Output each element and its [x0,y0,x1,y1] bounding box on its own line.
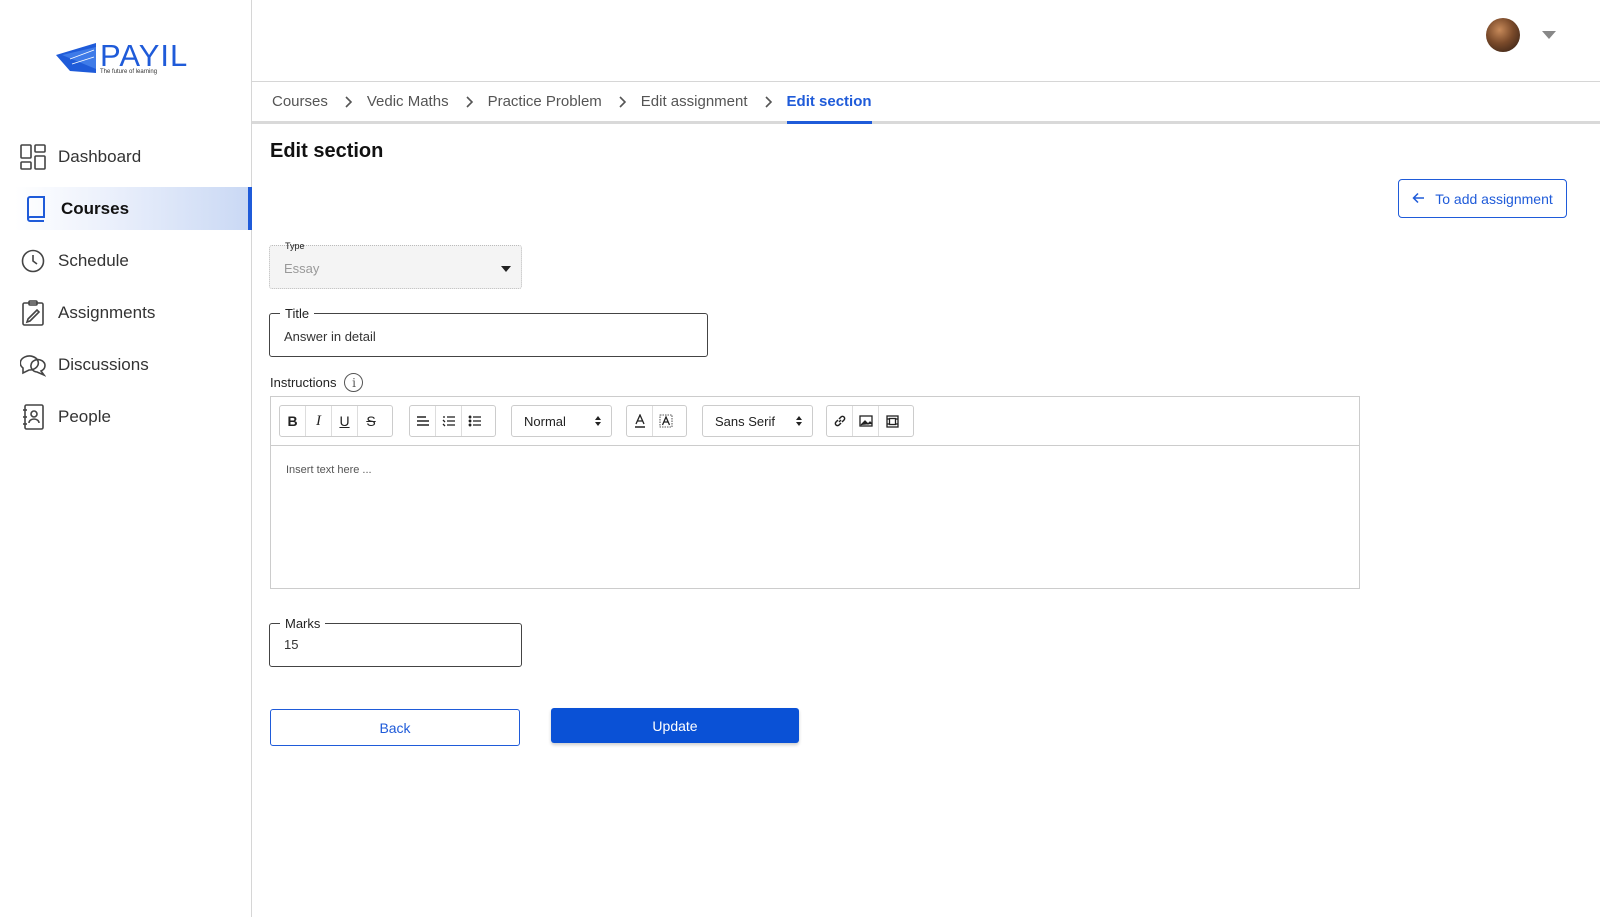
sidebar-item-discussions[interactable]: Discussions [0,343,252,386]
back-button[interactable]: Back [270,709,520,746]
editor-toolbar: B I U S Normal Sans Serif [271,397,1359,446]
type-legend: Type [285,241,305,251]
underline-button[interactable]: U [332,406,358,436]
ordered-list-icon[interactable] [436,406,462,436]
marks-value[interactable]: 15 [284,637,298,652]
breadcrumb-label[interactable]: Edit assignment [641,93,748,110]
breadcrumb-item-edit-section[interactable]: Edit section [786,82,872,124]
size-select-value: Normal [524,413,566,429]
text-style-group: B I U S [279,405,393,437]
breadcrumb-item-practice-problem[interactable]: Practice Problem [488,82,641,121]
chevron-right-icon [344,95,353,109]
sidebar-item-label: Dashboard [58,146,142,166]
size-select[interactable]: Normal [511,405,612,437]
sidebar-item-label: Discussions [58,354,149,374]
title-value[interactable]: Answer in detail [284,329,376,344]
dashboard-icon [20,143,46,170]
font-select-value: Sans Serif [715,413,775,429]
instructions-label-row: Instructions i [270,373,364,392]
sidebar: PAYIL The future of learning Dashboard C… [0,0,252,917]
font-select-control[interactable]: Sans Serif [703,406,812,436]
bold-button[interactable]: B [280,406,306,436]
book-icon [23,195,49,222]
update-button[interactable]: Update [551,708,799,743]
align-left-icon[interactable] [410,406,436,436]
strikethrough-button[interactable]: S [358,406,384,436]
clipboard-icon [20,299,46,326]
title-legend: Title [280,306,315,321]
breadcrumb-label[interactable]: Practice Problem [488,93,602,110]
breadcrumb-item-edit-assignment[interactable]: Edit assignment [641,82,787,121]
sidebar-item-schedule[interactable]: Schedule [0,239,252,282]
italic-button[interactable]: I [306,406,332,436]
editor-placeholder[interactable]: Insert text here ... [286,464,372,476]
brand-tagline: The future of learning [100,69,158,75]
top-bar [252,0,1600,82]
to-add-assignment-button[interactable]: To add assignment [1398,179,1567,218]
sidebar-item-label: Assignments [58,302,156,322]
arrow-left-icon [1412,191,1425,207]
breadcrumb-item-vedic-maths[interactable]: Vedic Maths [367,82,488,121]
sidebar-item-label: Schedule [58,250,129,270]
sidebar-item-label: Courses [61,198,130,218]
type-value: Essay [284,261,320,276]
text-color-icon[interactable] [627,406,653,436]
list-group [409,405,496,437]
updown-icon [595,416,601,426]
video-icon[interactable] [879,406,905,436]
caret-down-icon[interactable] [1542,31,1556,39]
logo-mark-icon [56,43,96,73]
marks-legend: Marks [280,616,326,631]
background-color-icon[interactable] [653,406,679,436]
instructions-label: Instructions [270,375,337,390]
payil-logo[interactable]: PAYIL The future of learning [56,38,196,82]
info-icon[interactable]: i [344,373,364,392]
updown-icon [796,416,802,426]
breadcrumb-label[interactable]: Edit section [787,93,872,110]
chevron-right-icon [764,95,773,109]
breadcrumb-item-courses[interactable]: Courses [272,82,367,121]
title-field[interactable]: Title Answer in detail [269,306,708,357]
sidebar-item-assignments[interactable]: Assignments [0,291,252,334]
sidebar-item-dashboard[interactable]: Dashboard [0,135,252,178]
to-add-assignment-label: To add assignment [1435,190,1553,207]
type-select[interactable]: Type Essay [269,241,522,289]
sidebar-item-label: People [58,406,111,426]
bullet-list-icon[interactable] [462,406,488,436]
link-icon[interactable] [827,406,853,436]
font-select[interactable]: Sans Serif [702,405,813,437]
breadcrumb: Courses Vedic Maths Practice Problem Edi… [252,82,1600,124]
page-title: Edit section [270,140,384,162]
chevron-right-icon [465,95,474,109]
image-icon[interactable] [853,406,879,436]
breadcrumb-label[interactable]: Vedic Maths [367,93,449,110]
sidebar-item-people[interactable]: People [0,395,252,438]
insert-group [826,405,914,437]
clock-icon [20,248,46,274]
caret-down-icon [501,266,511,272]
sidebar-nav: Dashboard Courses Schedule Assignments D… [0,135,252,447]
breadcrumb-label[interactable]: Courses [272,93,328,110]
sidebar-item-courses[interactable]: Courses [15,187,252,230]
user-avatar[interactable] [1486,18,1520,52]
rich-text-editor: B I U S Normal Sans Serif Insert text he… [270,396,1360,589]
marks-field[interactable]: Marks 15 [269,616,522,667]
chat-icon [20,352,46,378]
chevron-right-icon [618,95,627,109]
color-group [626,405,687,437]
contact-book-icon [20,403,46,430]
size-select-control[interactable]: Normal [512,406,611,436]
